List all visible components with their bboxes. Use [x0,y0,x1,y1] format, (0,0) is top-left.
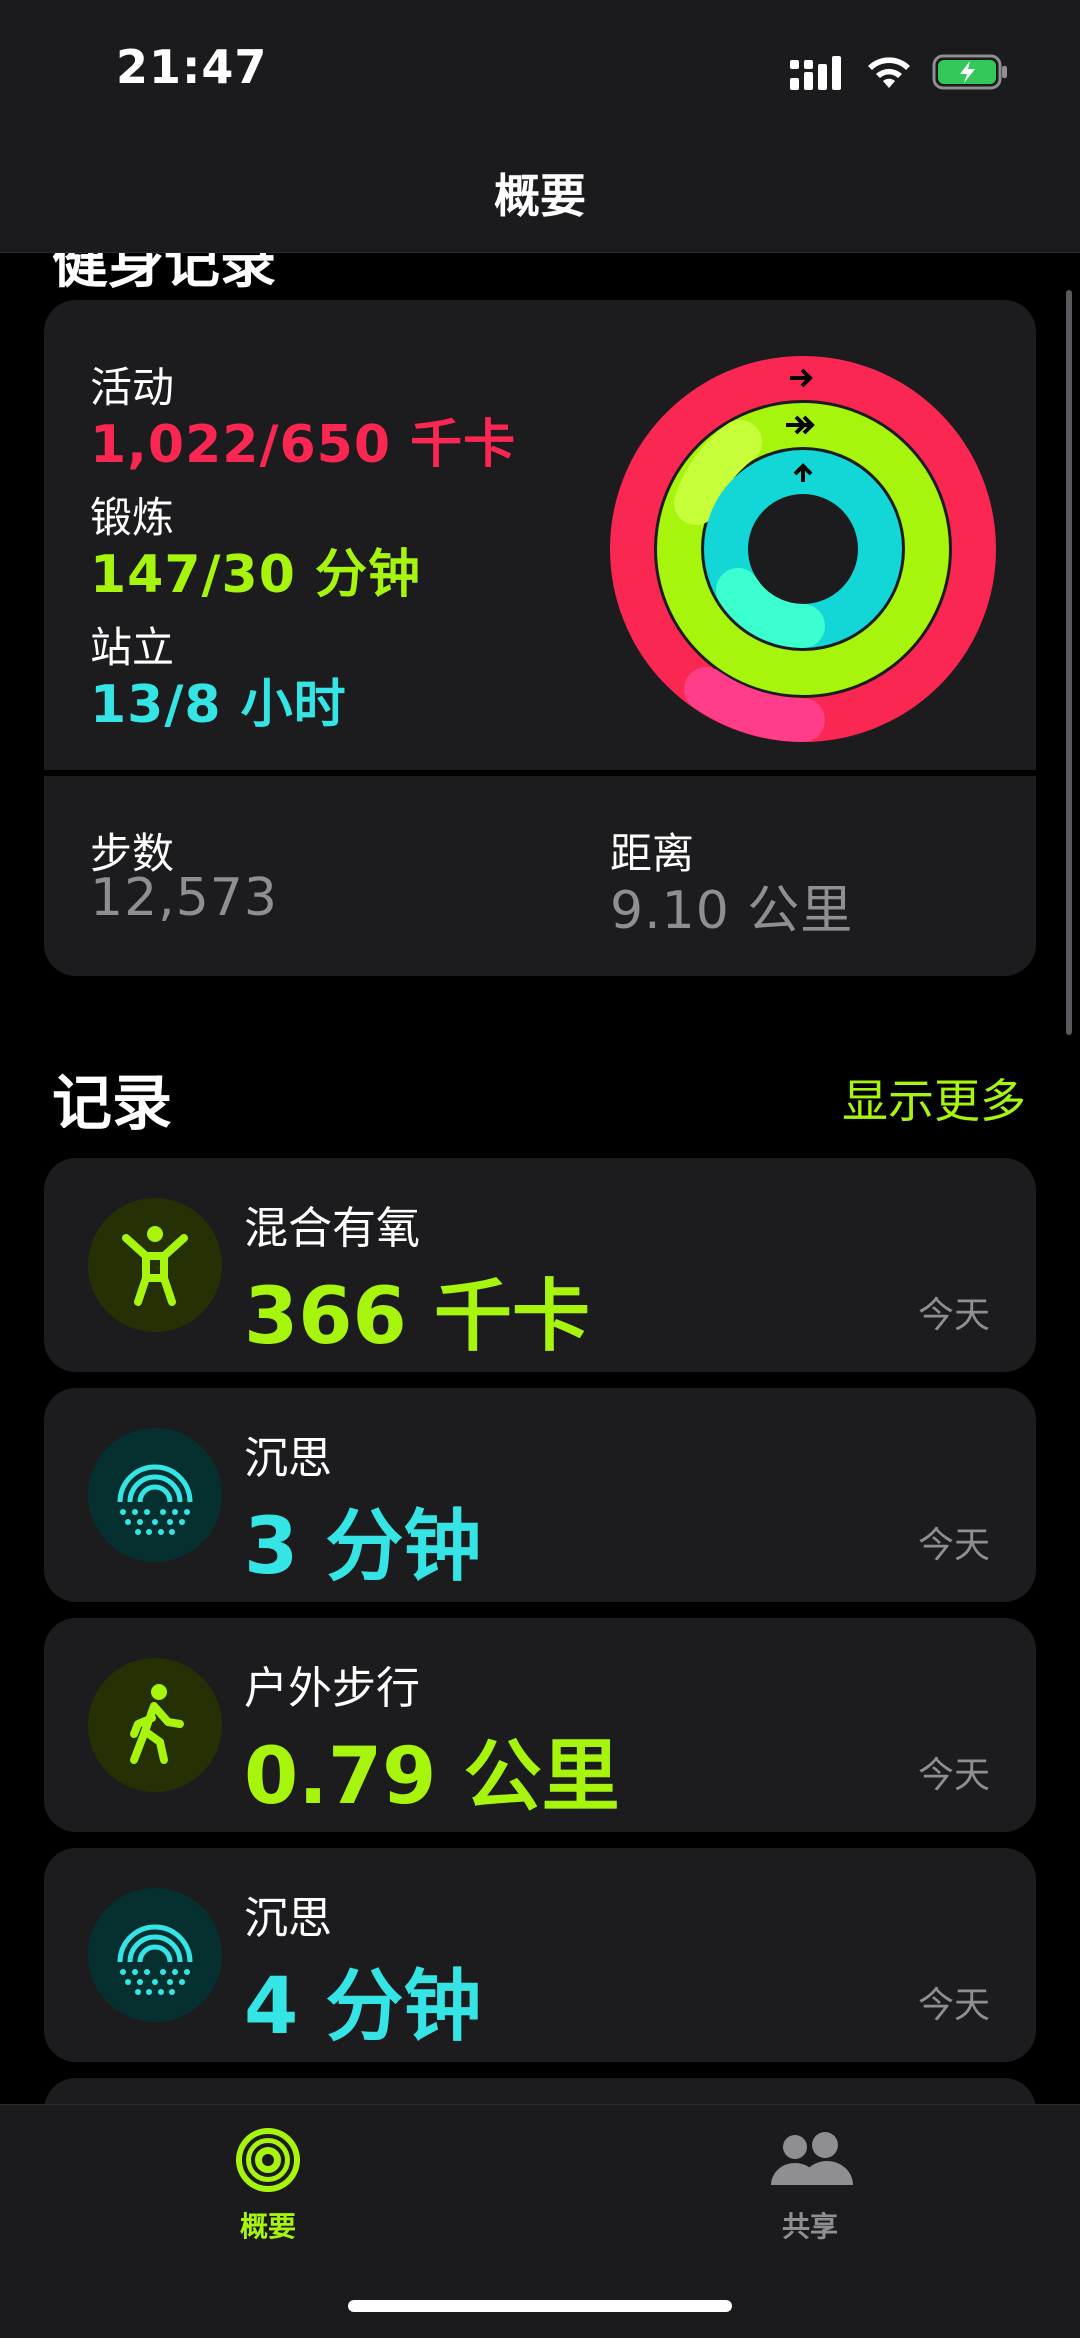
record-value: 366 千卡 [244,1272,590,1362]
record-date: 今天 [917,1525,990,1566]
mindfulness-icon [88,1888,222,2022]
record-item[interactable]: 沉思 4 分钟 今天 [44,1848,1036,2062]
record-item[interactable]: 沉思 3 分钟 今天 [44,1388,1036,1602]
record-title: 沉思 [244,1433,332,1484]
record-value: 3 分钟 [244,1502,482,1592]
battery-charging-icon [932,54,1007,90]
tab-sharing[interactable]: 共享 [700,2125,920,2245]
stand-ring-overlap [716,568,825,648]
record-title: 沉思 [244,1893,332,1944]
walking-icon [88,1658,222,1792]
activity-rings-icon [236,2128,300,2192]
stand-value: 13/8 小时 [90,675,347,735]
cellular-signal-icon [790,56,841,90]
move-value: 1,022/650 千卡 [90,415,517,475]
activity-rings[interactable] [610,356,996,742]
sharing-people-icon [771,2132,853,2185]
records-title: 记录 [52,1069,172,1139]
wifi-icon [868,57,910,88]
scrollbar[interactable] [1066,290,1072,1035]
tab-summary-label: 概要 [239,2210,296,2243]
exercise-value: 147/30 分钟 [90,545,422,605]
distance-value: 9.10 公里 [610,881,854,941]
record-value: 4 分钟 [244,1962,482,2052]
mixed-cardio-icon [88,1198,222,1332]
record-title: 混合有氧 [244,1203,420,1254]
tab-sharing-label: 共享 [781,2210,838,2243]
status-icons [790,52,1010,92]
activity-summary-card[interactable]: 活动 1,022/650 千卡 锻炼 147/30 分钟 站立 13/8 小时 … [44,300,1036,976]
show-more-link[interactable]: 显示更多 [842,1065,1026,1131]
steps-value: 12,573 [90,868,278,928]
tab-summary[interactable]: 概要 [158,2125,378,2245]
home-indicator[interactable] [348,2300,732,2312]
record-item[interactable]: 户外步行 0.79 公里 今天 [44,1618,1036,1832]
status-time: 21:47 [116,40,268,94]
record-item[interactable]: 混合有氧 366 千卡 今天 [44,1158,1036,1372]
mindfulness-icon [88,1428,222,1562]
record-date: 今天 [917,1755,990,1796]
page-title: 概要 [494,169,586,223]
record-value: 0.79 公里 [244,1732,620,1822]
record-date: 今天 [917,1985,990,2026]
record-title: 户外步行 [244,1663,420,1714]
top-bar: 21:47 概要 [0,0,1080,253]
card-divider [44,770,1036,776]
record-date: 今天 [917,1295,990,1336]
